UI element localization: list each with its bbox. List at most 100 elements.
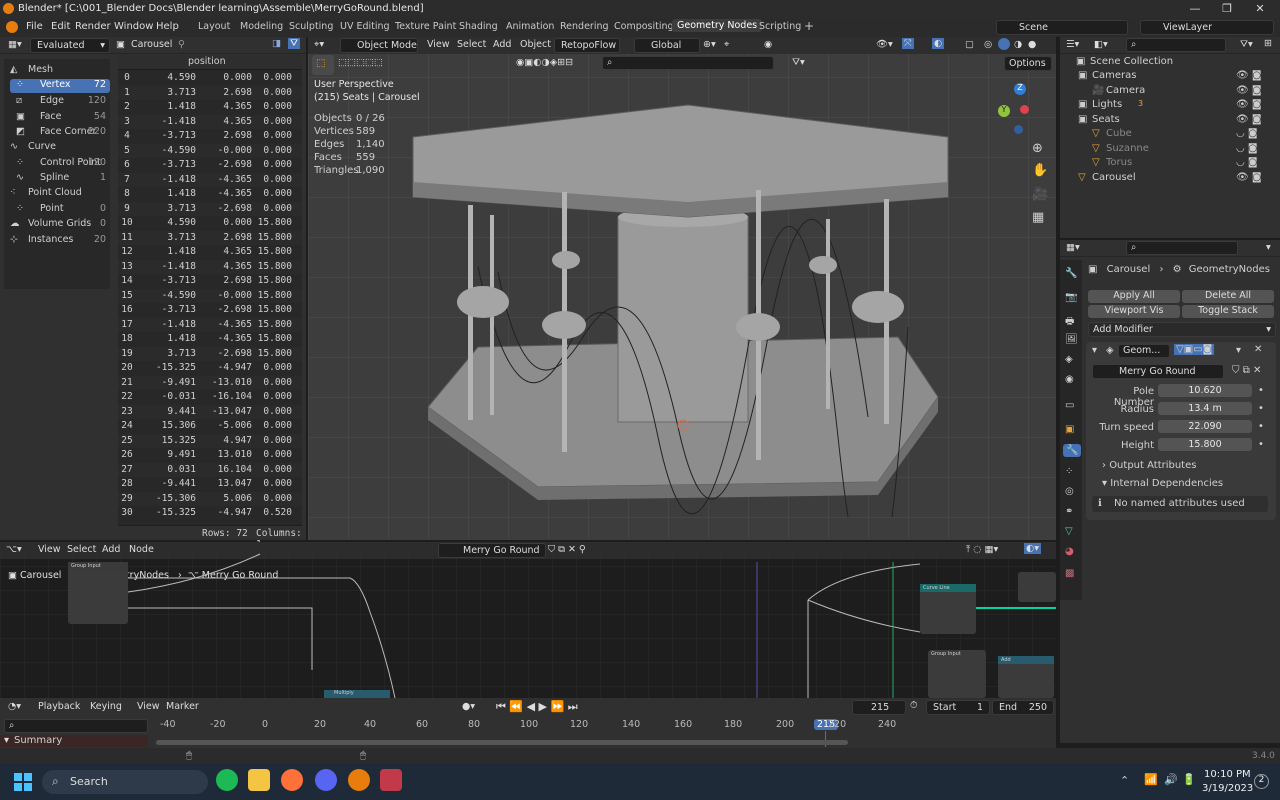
pan-icon[interactable]: ✋ [1032, 163, 1048, 178]
file-explorer-icon[interactable] [248, 769, 270, 791]
snap-icon[interactable]: ⌖ [724, 39, 729, 50]
resample-node[interactable] [1018, 572, 1056, 602]
marker-menu[interactable]: Marker [166, 701, 199, 712]
curve-line-node[interactable]: Curve Line [920, 584, 976, 634]
taskbar-search-box[interactable]: ⌕ Search [42, 770, 208, 794]
domain-point[interactable]: ⁘ Point 0 [4, 203, 110, 217]
notification-badge[interactable]: 2 [1254, 774, 1269, 789]
add-workspace-button[interactable]: + [804, 19, 814, 33]
tool-select-box[interactable]: ⬚ [312, 55, 334, 75]
properties-editor-icon[interactable]: ▦▾ [1066, 242, 1080, 253]
add-modifier-dropdown[interactable]: Add Modifier ▾ [1088, 322, 1276, 337]
outliner-row-torus[interactable]: ▽ Torus ◡ ◙ [1060, 157, 1280, 172]
wifi-icon[interactable]: 📶 [1144, 773, 1158, 786]
output-tab-icon[interactable]: 🖶 [1065, 314, 1074, 331]
tab-modeling[interactable]: Modeling [240, 21, 283, 32]
particles-tab-icon[interactable]: ⁘ [1065, 466, 1073, 477]
toggle-stack-button[interactable]: Toggle Stack [1182, 305, 1274, 318]
zoom-icon[interactable]: ⊕ [1032, 141, 1043, 156]
modifier-tab-icon[interactable]: 🔧 [1063, 444, 1082, 457]
select-modes-icon[interactable]: ⬚⬚⬚⬚⬚ [338, 57, 383, 68]
blender-taskbar-icon[interactable] [348, 769, 370, 791]
visibility-toggle-icon[interactable]: 👁 ◙ [1236, 114, 1262, 125]
solid-shading-icon[interactable] [998, 38, 1010, 50]
tab-rendering[interactable]: Rendering [560, 21, 609, 32]
menu-file[interactable]: File [26, 21, 43, 32]
keying-menu[interactable]: Keying [90, 701, 122, 712]
tray-overflow-icon[interactable]: ⌃ [1120, 774, 1129, 787]
keyframe-dot-icon[interactable]: • [1258, 385, 1264, 396]
world-tab-icon[interactable]: ◉ [1065, 374, 1074, 385]
properties-search-input[interactable]: ⌕ [1126, 241, 1238, 255]
clock-time[interactable]: 10:10 PM [1204, 769, 1251, 780]
neg-z-axis-icon[interactable] [1014, 125, 1023, 134]
close-button[interactable]: ✕ [1245, 0, 1275, 18]
wireframe-shading-icon[interactable]: ◎ [984, 39, 992, 50]
outliner-row-scene-collection[interactable]: ▣ Scene Collection [1060, 56, 1280, 70]
menu-window[interactable]: Window [114, 21, 153, 32]
tab-texture-paint[interactable]: Texture Paint [395, 21, 456, 32]
battery-icon[interactable]: 🔋 [1182, 773, 1196, 786]
domain-volume-grids[interactable]: ☁ Volume Grids 0 [4, 218, 110, 232]
shading-nodes-icon[interactable]: ◉▣◐◑◈⊞⊟ [516, 57, 573, 68]
viewlayer-selector[interactable]: ViewLayer [1140, 20, 1274, 35]
spotify-icon[interactable] [216, 769, 238, 791]
ortho-toggle-icon[interactable]: ▦ [1032, 210, 1044, 225]
field-value-input[interactable]: 13.4 m [1158, 402, 1252, 415]
domain-control-point[interactable]: ⁘ Control Point 120 [4, 157, 110, 171]
texture-tab-icon[interactable]: ▩ [1065, 568, 1074, 579]
visibility-toggle-icon[interactable]: ◡ ◙ [1236, 157, 1258, 168]
tab-shading[interactable]: Shading [459, 21, 498, 32]
material-shading-icon[interactable]: ◑ [1014, 39, 1022, 50]
add-node[interactable]: Add [998, 656, 1054, 698]
x-axis-icon[interactable] [1020, 105, 1029, 114]
view-layer-tab-icon[interactable]: 🖼 [1065, 334, 1078, 345]
render-tab-icon[interactable]: 📷 [1065, 292, 1077, 303]
tab-animation[interactable]: Animation [506, 21, 554, 32]
viewport-menu-object[interactable]: Object [520, 39, 551, 50]
end-frame-field[interactable]: End 250 [992, 700, 1054, 715]
firefox-icon[interactable] [281, 769, 303, 791]
node-group-actions-icon[interactable]: ⛉ ⧉ ✕ [1232, 365, 1261, 376]
navigation-gizmo[interactable]: Z Y [996, 83, 1046, 134]
start-frame-field[interactable]: Start 1 [926, 700, 990, 715]
tab-sculpting[interactable]: Sculpting [289, 21, 333, 32]
timeline-search-input[interactable]: ⌕ [4, 719, 148, 733]
multiply-node[interactable]: Multiply [324, 690, 390, 698]
tab-layout[interactable]: Layout [198, 21, 230, 32]
keyframe-dot-icon[interactable]: • [1258, 421, 1264, 432]
domain-instances[interactable]: ⊹ Instances 20 [4, 234, 110, 248]
modifier-name-field[interactable]: Geom... [1118, 344, 1170, 358]
timeline-editor-icon[interactable]: ◔▾ [8, 701, 21, 712]
keyframe-dot-icon[interactable]: • [1258, 439, 1264, 450]
delete-all-button[interactable]: Delete All [1182, 290, 1274, 303]
outliner-row-cube[interactable]: ▽ Cube ◡ ◙ [1060, 128, 1280, 143]
menu-help[interactable]: Help [156, 21, 179, 32]
node-group-selector[interactable]: Merry Go Round [1092, 364, 1224, 379]
apply-all-button[interactable]: Apply All [1088, 290, 1180, 303]
clock-date[interactable]: 3/19/2023 [1202, 783, 1253, 794]
outliner-row-carousel[interactable]: ▽ Carousel 👁 ◙ [1060, 172, 1280, 187]
record-icon[interactable]: ●▾ [462, 701, 475, 712]
retopoflow-dropdown[interactable]: RetopoFlow [554, 38, 620, 53]
orientation-dropdown[interactable]: Global [634, 38, 700, 53]
visibility-toggle-icon[interactable]: 👁 ◙ [1236, 99, 1262, 110]
pin-icon[interactable]: ⚲ [178, 39, 185, 50]
app-icon[interactable] [380, 769, 402, 791]
outliner-row-seats[interactable]: ▣ Seats 👁 ◙ [1060, 114, 1280, 129]
viewport-menu-view[interactable]: View [427, 39, 450, 50]
timeline-view-menu[interactable]: View [137, 701, 160, 712]
chevron-down-icon[interactable]: ▾ [1236, 345, 1241, 356]
material-tab-icon[interactable]: ◕ [1065, 546, 1074, 557]
outliner-row-cameras[interactable]: ▣ Cameras 👁 ◙ [1060, 70, 1280, 85]
domain-face[interactable]: ▣ Face 54 [4, 111, 110, 125]
data-tab-icon[interactable]: ▽ [1065, 526, 1073, 537]
physics-tab-icon[interactable]: ◎ [1065, 486, 1074, 497]
pivot-icon[interactable]: ⊕▾ [703, 39, 716, 50]
object-tab-icon[interactable]: ▣ [1065, 424, 1074, 435]
domain-face-corner[interactable]: ◩ Face Corner 220 [4, 126, 110, 140]
minimize-button[interactable]: — [1180, 0, 1210, 18]
chevron-down-icon[interactable]: ▾ [1266, 242, 1271, 253]
current-frame-field[interactable]: 215 [852, 700, 906, 715]
windows-start-icon[interactable] [14, 773, 32, 791]
